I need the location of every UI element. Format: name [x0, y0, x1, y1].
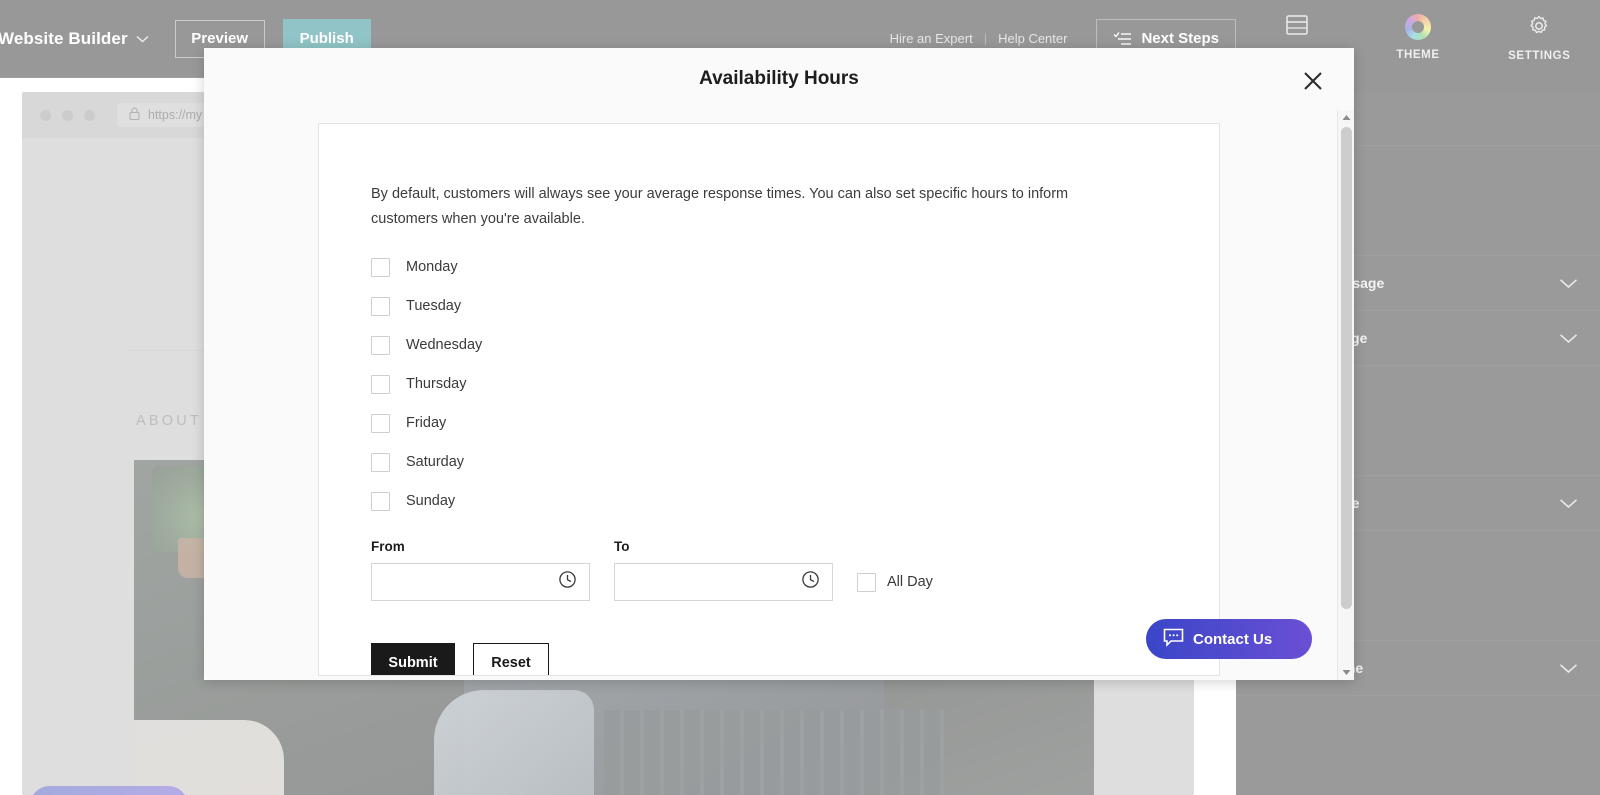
availability-hours-modal: Availability Hours By default, customers… [204, 48, 1354, 680]
sleeve-decor [434, 690, 594, 795]
day-row-friday[interactable]: Friday [371, 404, 1219, 443]
window-dot-close [40, 109, 51, 121]
chevron-down-icon [1559, 498, 1578, 509]
sidebar-tab-pages[interactable] [1236, 14, 1357, 48]
brand-label: Website Builder [0, 28, 128, 48]
modal-content-card: By default, customers will always see yo… [318, 123, 1220, 676]
all-day-label: All Day [887, 574, 933, 591]
scroll-down-arrow-icon[interactable] [1342, 665, 1351, 680]
day-row-thursday[interactable]: Thursday [371, 365, 1219, 404]
layout-panel-icon [1285, 14, 1309, 39]
day-row-monday[interactable]: Monday [371, 248, 1219, 287]
brand-menu[interactable]: Website Builder [0, 29, 149, 49]
day-label-wednesday: Wednesday [406, 337, 483, 354]
address-bar-url: https://my [148, 108, 203, 122]
from-label: From [371, 538, 405, 554]
submit-button[interactable]: Submit [371, 642, 455, 675]
close-icon [1302, 70, 1324, 97]
hire-an-expert-link[interactable]: Hire an Expert [879, 31, 984, 46]
chevron-down-icon [1559, 278, 1578, 289]
day-row-saturday[interactable]: Saturday [371, 443, 1219, 482]
modal-scrollbar-thumb[interactable] [1340, 127, 1352, 609]
sidebar-tab-settings-label: SETTINGS [1508, 50, 1571, 62]
checkbox-friday[interactable] [371, 413, 390, 433]
time-range-row: From To All Day [371, 539, 1219, 601]
chevron-down-icon [136, 31, 149, 46]
day-row-tuesday[interactable]: Tuesday [371, 287, 1219, 326]
to-time-group: To [614, 539, 833, 601]
to-time-input[interactable] [614, 562, 833, 601]
checkbox-all-day[interactable] [857, 572, 876, 592]
modal-title: Availability Hours [699, 68, 859, 89]
chat-bubble-icon [1163, 628, 1184, 651]
sidebar-tab-theme-label: THEME [1396, 49, 1440, 61]
window-dots [40, 109, 95, 121]
next-steps-label: Next Steps [1141, 30, 1219, 47]
day-label-tuesday: Tuesday [406, 298, 462, 315]
gear-icon [1527, 14, 1551, 41]
days-checkbox-group: Monday Tuesday Wednesday Thursday Friday… [371, 248, 1219, 521]
all-day-group[interactable]: All Day [857, 572, 933, 601]
from-time-group: From [371, 539, 590, 601]
clock-icon[interactable] [558, 570, 577, 594]
day-label-saturday: Saturday [406, 454, 465, 471]
day-label-friday: Friday [406, 415, 447, 432]
checkbox-sunday[interactable] [371, 491, 390, 511]
lock-icon [129, 107, 140, 123]
checkbox-saturday[interactable] [371, 452, 390, 472]
checkbox-tuesday[interactable] [371, 296, 390, 316]
scroll-up-arrow-icon[interactable] [1342, 110, 1351, 125]
help-center-link[interactable]: Help Center [987, 31, 1078, 46]
modal-description: By default, customers will always see yo… [371, 186, 1069, 227]
preview-contact-us-button[interactable]: Contact Us [30, 786, 188, 795]
keyboard-decor [604, 710, 944, 795]
day-row-wednesday[interactable]: Wednesday [371, 326, 1219, 365]
modal-actions: Submit Reset [371, 642, 1219, 675]
modal-contact-us-button[interactable]: Contact Us [1146, 619, 1312, 659]
day-label-thursday: Thursday [406, 376, 467, 393]
checkbox-monday[interactable] [371, 257, 390, 277]
window-dot-maximize [84, 109, 95, 121]
reset-button[interactable]: Reset [473, 642, 549, 675]
to-label: To [614, 538, 630, 554]
day-label-monday: Monday [406, 259, 458, 276]
checkbox-wednesday[interactable] [371, 335, 390, 355]
chevron-down-icon [1559, 663, 1578, 674]
sidebar-tab-theme[interactable]: THEME [1357, 14, 1478, 61]
modal-contact-us-label: Contact Us [1193, 630, 1273, 648]
modal-close-button[interactable] [1298, 68, 1328, 98]
day-row-sunday[interactable]: Sunday [371, 482, 1219, 521]
sidebar-tab-settings[interactable]: SETTINGS [1479, 14, 1600, 62]
from-time-input[interactable] [371, 562, 590, 601]
theme-color-wheel-icon [1404, 14, 1431, 40]
day-label-sunday: Sunday [406, 493, 456, 510]
chevron-down-icon [1559, 333, 1578, 344]
foreground-decor [134, 720, 284, 795]
app-root: Website Builder Preview Publish Hire an … [0, 0, 1600, 795]
window-dot-minimize [62, 109, 73, 121]
clock-icon[interactable] [801, 570, 820, 594]
modal-scrollbar[interactable] [1337, 110, 1354, 680]
modal-form: By default, customers will always see yo… [319, 124, 1219, 675]
checklist-icon [1113, 31, 1132, 46]
sidebar-gap-4 [1236, 696, 1600, 795]
checkbox-thursday[interactable] [371, 374, 390, 394]
